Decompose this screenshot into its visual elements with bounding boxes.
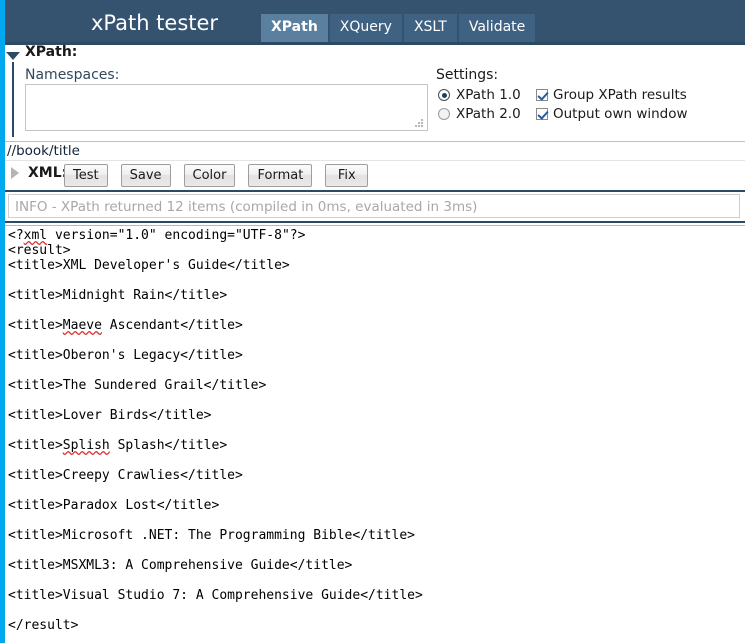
result-output[interactable]: <?xml version="1.0" encoding="UTF-8"?> <r… — [5, 227, 745, 643]
checkbox-group-xpath-results-label: Group XPath results — [553, 87, 687, 103]
result-line: </result> — [8, 618, 79, 633]
namespaces-input[interactable] — [25, 84, 428, 131]
result-line: <title>Visual Studio 7: A Comprehensive … — [8, 588, 423, 603]
xpath-expression-input[interactable]: //book/title — [7, 143, 80, 159]
page-title: xPath tester — [90, 11, 219, 35]
fix-button[interactable]: Fix — [325, 164, 369, 187]
settings-label: Settings: — [436, 67, 499, 83]
result-line: <title>Splish Splash</title> — [8, 438, 228, 453]
left-accent-stripe-top — [0, 0, 5, 32]
tab-xslt[interactable]: XSLT — [403, 14, 457, 42]
result-line: <title>Microsoft .NET: The Programming B… — [8, 528, 415, 543]
test-button[interactable]: Test — [64, 164, 108, 187]
result-line: <title>Oberon's Legacy</title> — [8, 348, 243, 363]
xpath-section-tree-line — [12, 62, 14, 137]
xpath-tester-window: xPath tester XPath XQuery XSLT Validate … — [0, 0, 745, 643]
result-line: <result> — [8, 243, 71, 258]
result-line: <title>Lover Birds</title> — [8, 408, 212, 423]
status-message: INFO - XPath returned 12 items (compiled… — [15, 199, 478, 215]
radio-xpath-2-0-indicator[interactable] — [438, 108, 450, 120]
checkbox-output-own-window-indicator[interactable] — [536, 108, 548, 120]
radio-xpath-2-0-label: XPath 2.0 — [456, 106, 521, 122]
checkbox-group-xpath-results[interactable]: Group XPath results — [536, 87, 687, 103]
result-line: <title>The Sundered Grail</title> — [8, 378, 267, 393]
tab-xpath[interactable]: XPath — [261, 14, 328, 42]
xml-action-buttons: Test Save Color Format Fix — [64, 164, 369, 187]
tab-validate[interactable]: Validate — [458, 14, 536, 42]
format-button[interactable]: Format — [248, 164, 313, 187]
result-line: <title>XML Developer's Guide</title> — [8, 258, 290, 273]
xml-section-expand-toggle-icon[interactable] — [11, 167, 19, 179]
xpath-section-label: XPath: — [25, 44, 78, 60]
result-line: <title>Paradox Lost</title> — [8, 498, 220, 513]
result-line: <title>Midnight Rain</title> — [8, 288, 228, 303]
info-divider-bottom — [5, 221, 745, 223]
radio-xpath-1-0[interactable]: XPath 1.0 — [438, 87, 521, 103]
result-line: <?xml version="1.0" encoding="UTF-8"?> — [8, 228, 306, 243]
xml-section-label: XML: — [28, 165, 68, 181]
xpath-section-collapse-toggle-icon[interactable] — [6, 52, 20, 60]
radio-xpath-1-0-label: XPath 1.0 — [456, 87, 521, 103]
radio-xpath-1-0-indicator[interactable] — [438, 89, 450, 101]
app-header: xPath tester XPath XQuery XSLT Validate — [0, 0, 745, 45]
xpath-expression-bar[interactable] — [5, 141, 745, 161]
radio-xpath-2-0[interactable]: XPath 2.0 — [438, 106, 521, 122]
left-accent-stripe — [0, 32, 5, 643]
color-button[interactable]: Color — [183, 164, 236, 187]
tab-xquery[interactable]: XQuery — [329, 14, 402, 42]
info-divider-top — [5, 190, 745, 192]
result-line: <title>MSXML3: A Comprehensive Guide</ti… — [8, 558, 353, 573]
checkbox-output-own-window-label: Output own window — [553, 106, 688, 122]
checkbox-group-xpath-results-indicator[interactable] — [536, 89, 548, 101]
result-line: <title>Creepy Crawlies</title> — [8, 468, 243, 483]
save-button[interactable]: Save — [120, 164, 171, 187]
result-line: <title>Maeve Ascendant</title> — [8, 318, 243, 333]
checkbox-output-own-window[interactable]: Output own window — [536, 106, 688, 122]
namespaces-label: Namespaces: — [25, 67, 120, 83]
tab-bar: XPath XQuery XSLT Validate — [261, 14, 536, 42]
result-divider — [5, 225, 745, 226]
